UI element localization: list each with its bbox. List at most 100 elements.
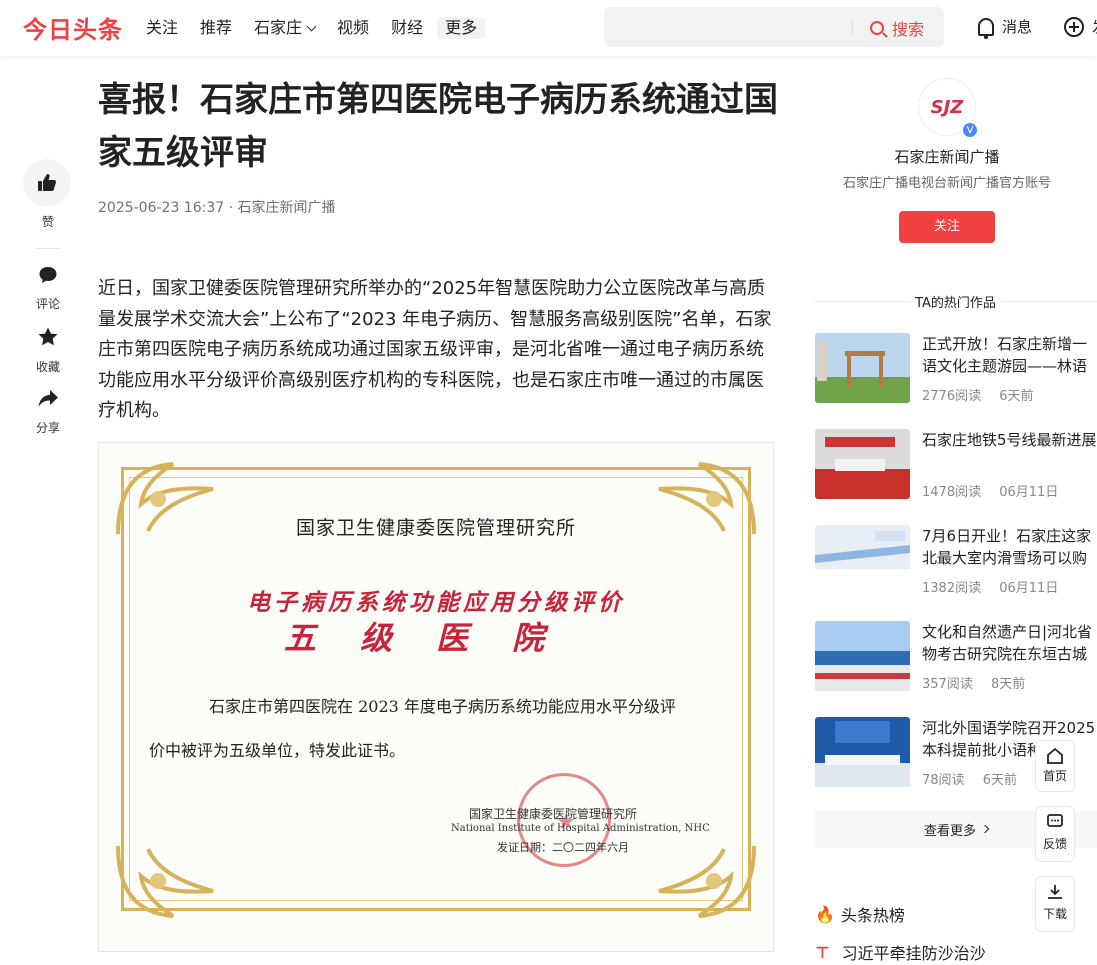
work-title-line-1: 7月6日开业！石家庄这家 <box>922 527 1092 545</box>
article-meta: 2025-06-23 16:37 · 石家庄新闻广播 <box>98 197 336 217</box>
search-divider <box>852 19 853 35</box>
messages-button[interactable]: 消息 <box>978 16 1033 39</box>
certificate-heading: 电子病历系统功能应用分级评价 <box>247 589 625 616</box>
toplist-pinned-title: 习近平牵挂防沙治沙 <box>841 944 986 963</box>
work-reads: 2776阅读 <box>922 389 982 404</box>
work-title-line-2: 语文化主题游园——林语 <box>922 357 1088 375</box>
work-title-line-1: 石家庄地铁5号线最新进展 <box>922 431 1097 449</box>
nav-item-finance[interactable]: 财经 <box>391 17 423 39</box>
nav-item-shijiazhuang[interactable]: 石家庄 <box>254 17 317 39</box>
download-icon <box>1048 885 1062 899</box>
work-meta: 78阅读 6天前 <box>922 769 1031 788</box>
article-title: 喜报！石家庄市第四医院电子病历系统通过国家五级评审 <box>98 80 778 173</box>
certificate-issuer: 国家卫生健康委医院管理研究所 <box>295 517 576 539</box>
feedback-label: 反馈 <box>1042 837 1067 851</box>
nav-item-follow[interactable]: 关注 <box>146 17 178 39</box>
see-more-label: 查看更多 <box>923 823 976 839</box>
author-name[interactable]: 石家庄新闻广播 <box>814 146 1080 167</box>
author-card: SJZ V 石家庄新闻广播 石家庄广播电视台新闻广播官方账号 关注 <box>814 72 1080 243</box>
ornament-corner-icon <box>658 845 756 918</box>
collect-label: 收藏 <box>35 360 60 374</box>
list-item[interactable]: 文化和自然遗产日|河北省 物考古研究院在东垣古城 357阅读 8天前 <box>815 621 1097 717</box>
work-reads: 1382阅读 <box>922 581 982 596</box>
hot-works-heading: TA的热门作品 <box>814 292 1097 311</box>
work-thumbnail <box>815 525 910 595</box>
work-reads: 357阅读 <box>922 677 973 692</box>
bell-icon <box>978 17 994 39</box>
search-icon <box>870 21 884 35</box>
avatar-logo-text: SJZ <box>930 96 964 118</box>
certificate-body-line-2: 价中被评为五级单位，特发此证书。 <box>149 741 406 760</box>
search-button-label: 搜索 <box>892 20 925 39</box>
comment-icon <box>39 267 57 283</box>
work-thumbnail <box>815 333 910 403</box>
toplist-heading[interactable]: 🔥 头条热榜 <box>815 902 905 926</box>
meta-separator: · <box>228 200 238 216</box>
work-meta: 1478阅读 06月11日 <box>922 481 1072 500</box>
channel-nav: 关注 推荐 石家庄 视频 财经 更多 <box>146 17 507 39</box>
thumbs-up-icon <box>38 174 57 191</box>
nav-item-more[interactable]: 更多 <box>437 17 486 39</box>
work-time: 06月11日 <box>999 581 1059 596</box>
search-input[interactable] <box>616 15 842 39</box>
rail-divider <box>36 248 60 249</box>
like-label: 赞 <box>41 215 54 229</box>
download-label: 下载 <box>1042 907 1067 921</box>
work-time: 06月11日 <box>999 485 1059 500</box>
ornament-corner-icon <box>116 845 214 918</box>
work-meta: 2776阅读 6天前 <box>922 385 1048 404</box>
follow-button[interactable]: 关注 <box>899 211 995 243</box>
search-box[interactable]: 搜索 <box>604 7 944 47</box>
action-rail: 赞 评论 收藏 分享 <box>23 159 73 450</box>
toplist-title: 头条热榜 <box>840 906 905 925</box>
nav-item-video[interactable]: 视频 <box>337 17 369 39</box>
list-item[interactable]: 石家庄地铁5号线最新进展 1478阅读 06月11日 <box>815 429 1097 525</box>
feedback-icon <box>1047 814 1063 827</box>
plus-circle-icon <box>1064 16 1084 37</box>
work-title: 文化和自然遗产日|河北省 物考古研究院在东垣古城 <box>922 621 1097 665</box>
home-icon <box>1047 747 1063 764</box>
search-button[interactable]: 搜索 <box>870 16 924 40</box>
work-title-line-2: 北最大室内滑雪场可以购 <box>922 549 1088 567</box>
share-button[interactable]: 分享 <box>23 389 73 436</box>
nav-item-shijiazhuang-label: 石家庄 <box>254 18 303 37</box>
work-title-line-1: 河北外国语学院召开2025 <box>922 719 1096 737</box>
work-title: 7月6日开业！石家庄这家 北最大室内滑雪场可以购 <box>922 525 1097 569</box>
chevron-down-icon <box>306 21 317 31</box>
share-label: 分享 <box>35 421 60 435</box>
work-title: 正式开放！石家庄新增一 语文化主题游园——林语 <box>922 333 1097 377</box>
work-thumbnail <box>815 621 910 691</box>
nav-item-recommend[interactable]: 推荐 <box>200 17 232 39</box>
publish-button[interactable]: 发 <box>1064 16 1097 37</box>
article-date: 2025-06-23 16:37 <box>98 200 225 216</box>
article-source[interactable]: 石家庄新闻广播 <box>238 200 336 216</box>
article-paragraph: 近日，国家卫健委医院管理研究所举办的“2025年智慧医院助力公立医院改革与高质量… <box>98 278 772 421</box>
certificate-inner-border <box>129 477 743 901</box>
list-item[interactable]: 7月6日开业！石家庄这家 北最大室内滑雪场可以购 1382阅读 06月11日 <box>815 525 1097 621</box>
certificate-signature-english: National Institute of Hospital Administr… <box>451 823 710 834</box>
comment-button[interactable]: 评论 <box>23 265 73 312</box>
list-item[interactable]: 正式开放！石家庄新增一 语文化主题游园——林语 2776阅读 6天前 <box>815 333 1097 429</box>
like-button[interactable] <box>23 159 71 207</box>
work-meta: 1382阅读 06月11日 <box>922 577 1072 596</box>
verified-badge-icon: V <box>962 122 978 138</box>
work-title: 石家庄地铁5号线最新进展 <box>922 429 1097 451</box>
work-reads: 78阅读 <box>922 773 965 788</box>
feedback-float-button[interactable]: 反馈 <box>1035 806 1075 862</box>
download-float-button[interactable]: 下载 <box>1035 876 1075 932</box>
work-reads: 1478阅读 <box>922 485 982 500</box>
work-time: 6天前 <box>982 773 1017 788</box>
avatar[interactable]: SJZ V <box>918 78 978 138</box>
home-float-button[interactable]: 首页 <box>1035 740 1075 792</box>
site-logo[interactable]: 今日头条 <box>23 10 123 45</box>
certificate-image: 国家卫生健康委医院管理研究所 电子病历系统功能应用分级评价 五级医院 石家庄市第… <box>98 442 774 952</box>
work-thumbnail <box>815 429 910 499</box>
collect-button[interactable]: 收藏 <box>23 326 73 375</box>
toplist-pinned-item[interactable]: ⊤ 习近平牵挂防沙治沙 <box>815 940 986 964</box>
certificate-signature-org: 国家卫生健康委医院管理研究所 <box>469 807 638 821</box>
work-title-line-1: 文化和自然遗产日|河北省 <box>922 623 1093 641</box>
work-time: 6天前 <box>999 389 1034 404</box>
chevron-right-icon <box>980 824 990 834</box>
publish-label: 发 <box>1092 16 1097 37</box>
messages-label: 消息 <box>1002 18 1033 36</box>
